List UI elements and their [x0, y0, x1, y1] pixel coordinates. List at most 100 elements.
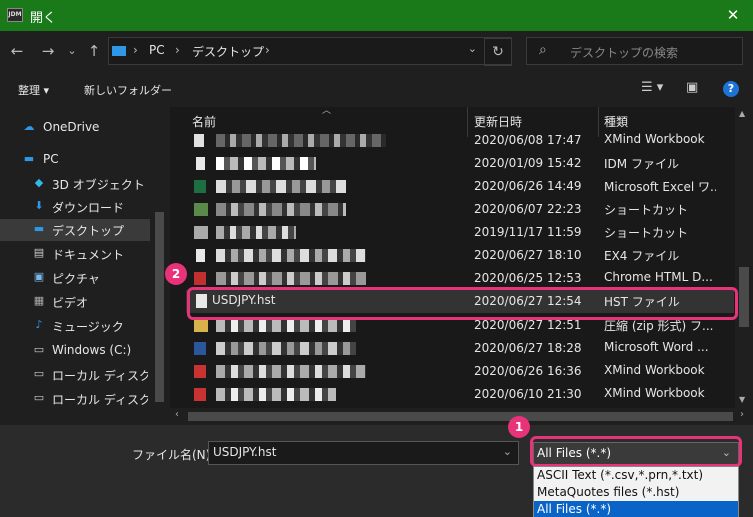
shortcut-icon — [194, 226, 208, 239]
file-type-option-all[interactable]: All Files (*.*) — [534, 501, 738, 517]
organize-button[interactable]: 整理 ▾ — [18, 82, 49, 98]
file-type: IDM ファイル — [604, 157, 679, 171]
file-type: Microsoft Excel ワ... — [604, 180, 716, 194]
sidebar-item-windows-c[interactable]: ▭ Windows (C:) — [0, 340, 150, 362]
sidebar-item-label: ダウンロード — [52, 201, 125, 215]
sidebar-item-label: ビデオ — [52, 296, 89, 310]
breadcrumb-desktop[interactable]: デスクトップ — [192, 43, 264, 60]
sidebar-item-pc[interactable]: ▬ PC — [0, 149, 150, 171]
address-dropdown-icon[interactable]: ⌄ — [468, 42, 477, 55]
pc-icon: ▬ — [23, 152, 35, 165]
preview-pane-icon[interactable]: ▣ — [686, 80, 698, 95]
file-date: 2019/11/17 11:59 — [474, 225, 582, 239]
file-date: 2020/06/26 14:49 — [474, 179, 582, 193]
redacted-file-name — [216, 365, 366, 378]
sidebar-item-label: デスクトップ — [52, 224, 125, 238]
step-badge-1: 1 — [508, 416, 530, 438]
sidebar-item-pictures[interactable]: ▣ ピクチャ — [0, 267, 150, 289]
chevron-down-icon[interactable]: ⌄ — [503, 445, 512, 458]
sidebar-item-onedrive[interactable]: ☁ OneDrive — [0, 117, 150, 139]
file-date: 2020/06/27 18:28 — [474, 341, 582, 355]
forward-button[interactable]: → — [38, 41, 58, 61]
sidebar-item-local-disk-i[interactable]: ▭ ローカル ディスク (I: — [0, 364, 150, 386]
title-bar: JDM 開く ✕ — [0, 0, 753, 31]
file-type-option-metaquotes[interactable]: MetaQuotes files (*.hst) — [534, 484, 738, 501]
column-header-name[interactable]: 名前 — [192, 113, 216, 130]
file-type: ショートカット — [604, 226, 689, 240]
sidebar-item-desktop[interactable]: ▬ デスクトップ — [0, 219, 150, 241]
sidebar-item-music[interactable]: ♪ ミュージック — [0, 315, 150, 337]
scroll-left-icon[interactable]: ‹ — [175, 409, 179, 420]
search-input[interactable]: デスクトップの検索 — [570, 44, 678, 61]
redacted-file-name — [216, 157, 316, 170]
video-icon: ▦ — [33, 294, 45, 307]
column-header-type[interactable]: 種類 — [604, 113, 628, 130]
file-row[interactable]: 2020/06/08 17:47 XMind Workbook — [186, 129, 734, 152]
refresh-button[interactable]: ↻ — [484, 38, 512, 66]
scroll-down-icon[interactable]: ▼ — [739, 395, 745, 404]
scroll-right-icon[interactable]: › — [740, 409, 744, 420]
file-row[interactable]: 2020/06/26 16:36 XMind Workbook — [186, 360, 734, 383]
desktop-icon: ▬ — [33, 222, 45, 235]
music-icon: ♪ — [35, 318, 43, 331]
column-header-date[interactable]: 更新日時 — [474, 113, 522, 130]
navigation-pane: ☁ OneDrive ▬ PC ◆ 3D オブジェクト ⬇ ダウンロード ▬ デ… — [0, 107, 170, 425]
sidebar-item-videos[interactable]: ▦ ビデオ — [0, 291, 150, 313]
sidebar-scroll-thumb[interactable] — [155, 212, 164, 402]
highlight-selected-file — [187, 287, 738, 320]
sidebar-item-3d-objects[interactable]: ◆ 3D オブジェクト — [0, 173, 150, 195]
new-folder-button[interactable]: 新しいフォルダー — [84, 82, 172, 98]
search-box[interactable]: ⌕ デスクトップの検索 — [526, 37, 743, 65]
sidebar-item-documents[interactable]: ▤ ドキュメント — [0, 243, 150, 265]
highlight-file-type — [530, 436, 742, 467]
sidebar-item-label: ローカル ディスク (J: — [52, 393, 148, 407]
horizontal-scroll-thumb[interactable] — [188, 412, 733, 421]
file-date: 2020/06/07 22:23 — [474, 202, 582, 216]
sidebar-item-local-disk-j[interactable]: ▭ ローカル ディスク (J: — [0, 388, 150, 410]
file-date: 2020/06/26 16:36 — [474, 364, 582, 378]
redacted-file-name — [216, 134, 386, 147]
file-row[interactable]: 2020/06/10 21:30 XMind Workbook — [186, 383, 734, 406]
cube-icon: ◆ — [34, 176, 44, 189]
breadcrumb-pc[interactable]: PC — [149, 43, 165, 57]
recent-locations-button[interactable]: ⌄ — [62, 41, 82, 61]
redacted-file-name — [216, 180, 346, 193]
sidebar-item-downloads[interactable]: ⬇ ダウンロード — [0, 196, 150, 218]
sidebar-item-label: 3D オブジェクト — [52, 178, 145, 192]
file-date: 2020/06/27 12:51 — [474, 318, 582, 332]
file-type-option-ascii[interactable]: ASCII Text (*.csv,*.prn,*.txt) — [534, 467, 738, 484]
file-list-vertical-scrollbar[interactable]: ▲ ▼ — [735, 107, 753, 408]
file-date: 2020/01/09 15:42 — [474, 156, 582, 170]
sidebar-scrollbar[interactable] — [152, 107, 168, 425]
sidebar-item-label: ピクチャ — [52, 272, 100, 286]
file-row[interactable]: 2020/06/07 22:23 ショートカット — [186, 198, 734, 221]
shortcut-icon — [194, 203, 208, 216]
picture-icon: ▣ — [33, 270, 45, 283]
vertical-scroll-thumb[interactable] — [739, 267, 749, 327]
file-row[interactable]: 2020/06/27 18:10 EX4 ファイル — [186, 244, 734, 267]
navigation-bar: ← → ⌄ ↑ › PC › デスクトップ › ⌄ ⌕ デスクトップの検索 — [0, 31, 753, 71]
redacted-file-name — [216, 388, 336, 401]
file-row[interactable]: 2020/06/26 14:49 Microsoft Excel ワ... — [186, 175, 734, 198]
app-icon: JDM — [7, 8, 23, 22]
file-row[interactable]: 2020/06/27 18:28 Microsoft Word ... — [186, 337, 734, 360]
file-row[interactable]: 2019/11/17 11:59 ショートカット — [186, 221, 734, 244]
redacted-file-name — [216, 249, 366, 262]
file-name-input[interactable]: USDJPY.hst ⌄ — [208, 441, 519, 465]
scroll-up-icon[interactable]: ▲ — [739, 109, 745, 118]
sidebar-item-label: ローカル ディスク (I: — [52, 369, 148, 383]
redacted-file-name — [216, 226, 296, 239]
up-button[interactable]: ↑ — [84, 41, 104, 61]
file-type: XMind Workbook — [604, 386, 705, 400]
view-options-icon[interactable]: ☰ ▾ — [641, 80, 663, 95]
file-list: ︿ 名前 更新日時 種類 2020/06/08 17:47 XMind Work… — [170, 106, 753, 425]
file-list-horizontal-scrollbar[interactable]: ‹ › — [170, 408, 753, 425]
address-bar[interactable]: › PC › デスクトップ › ⌄ — [108, 37, 512, 65]
file-name-label: ファイル名(N): — [132, 448, 215, 462]
back-button[interactable]: ← — [7, 41, 27, 61]
download-icon: ⬇ — [34, 199, 44, 212]
close-button[interactable]: ✕ — [723, 5, 743, 25]
file-row[interactable]: 2020/01/09 15:42 IDM ファイル — [186, 152, 734, 175]
redacted-file-name — [216, 272, 366, 285]
help-icon[interactable]: ? — [723, 81, 739, 97]
